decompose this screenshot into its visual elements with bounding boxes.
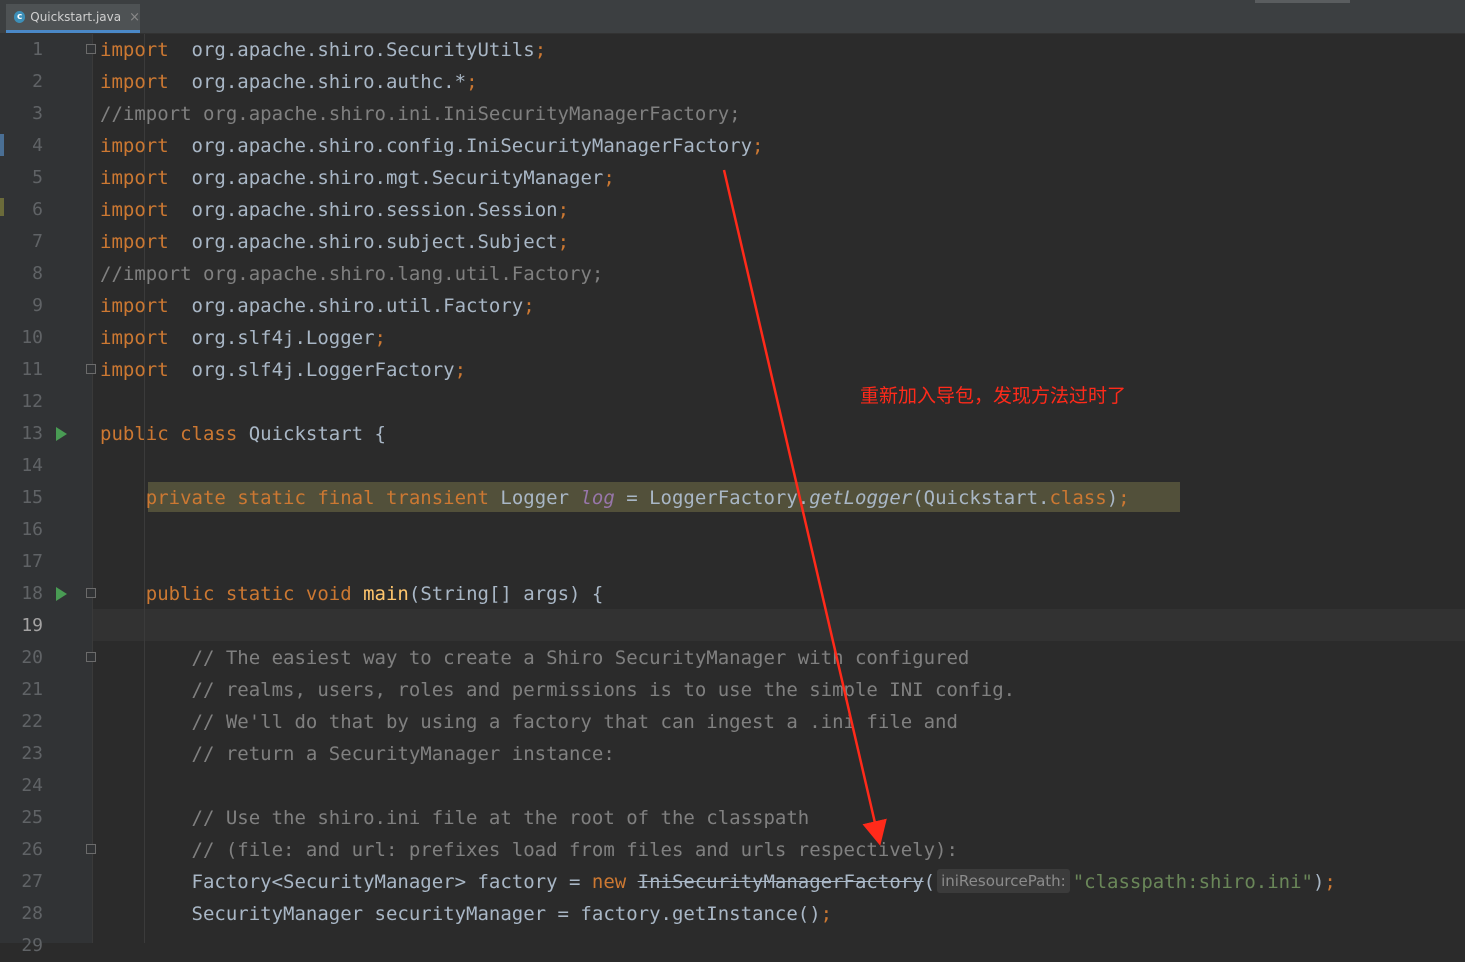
arrow-line [722,169,887,846]
annotation-arrow [722,169,887,846]
